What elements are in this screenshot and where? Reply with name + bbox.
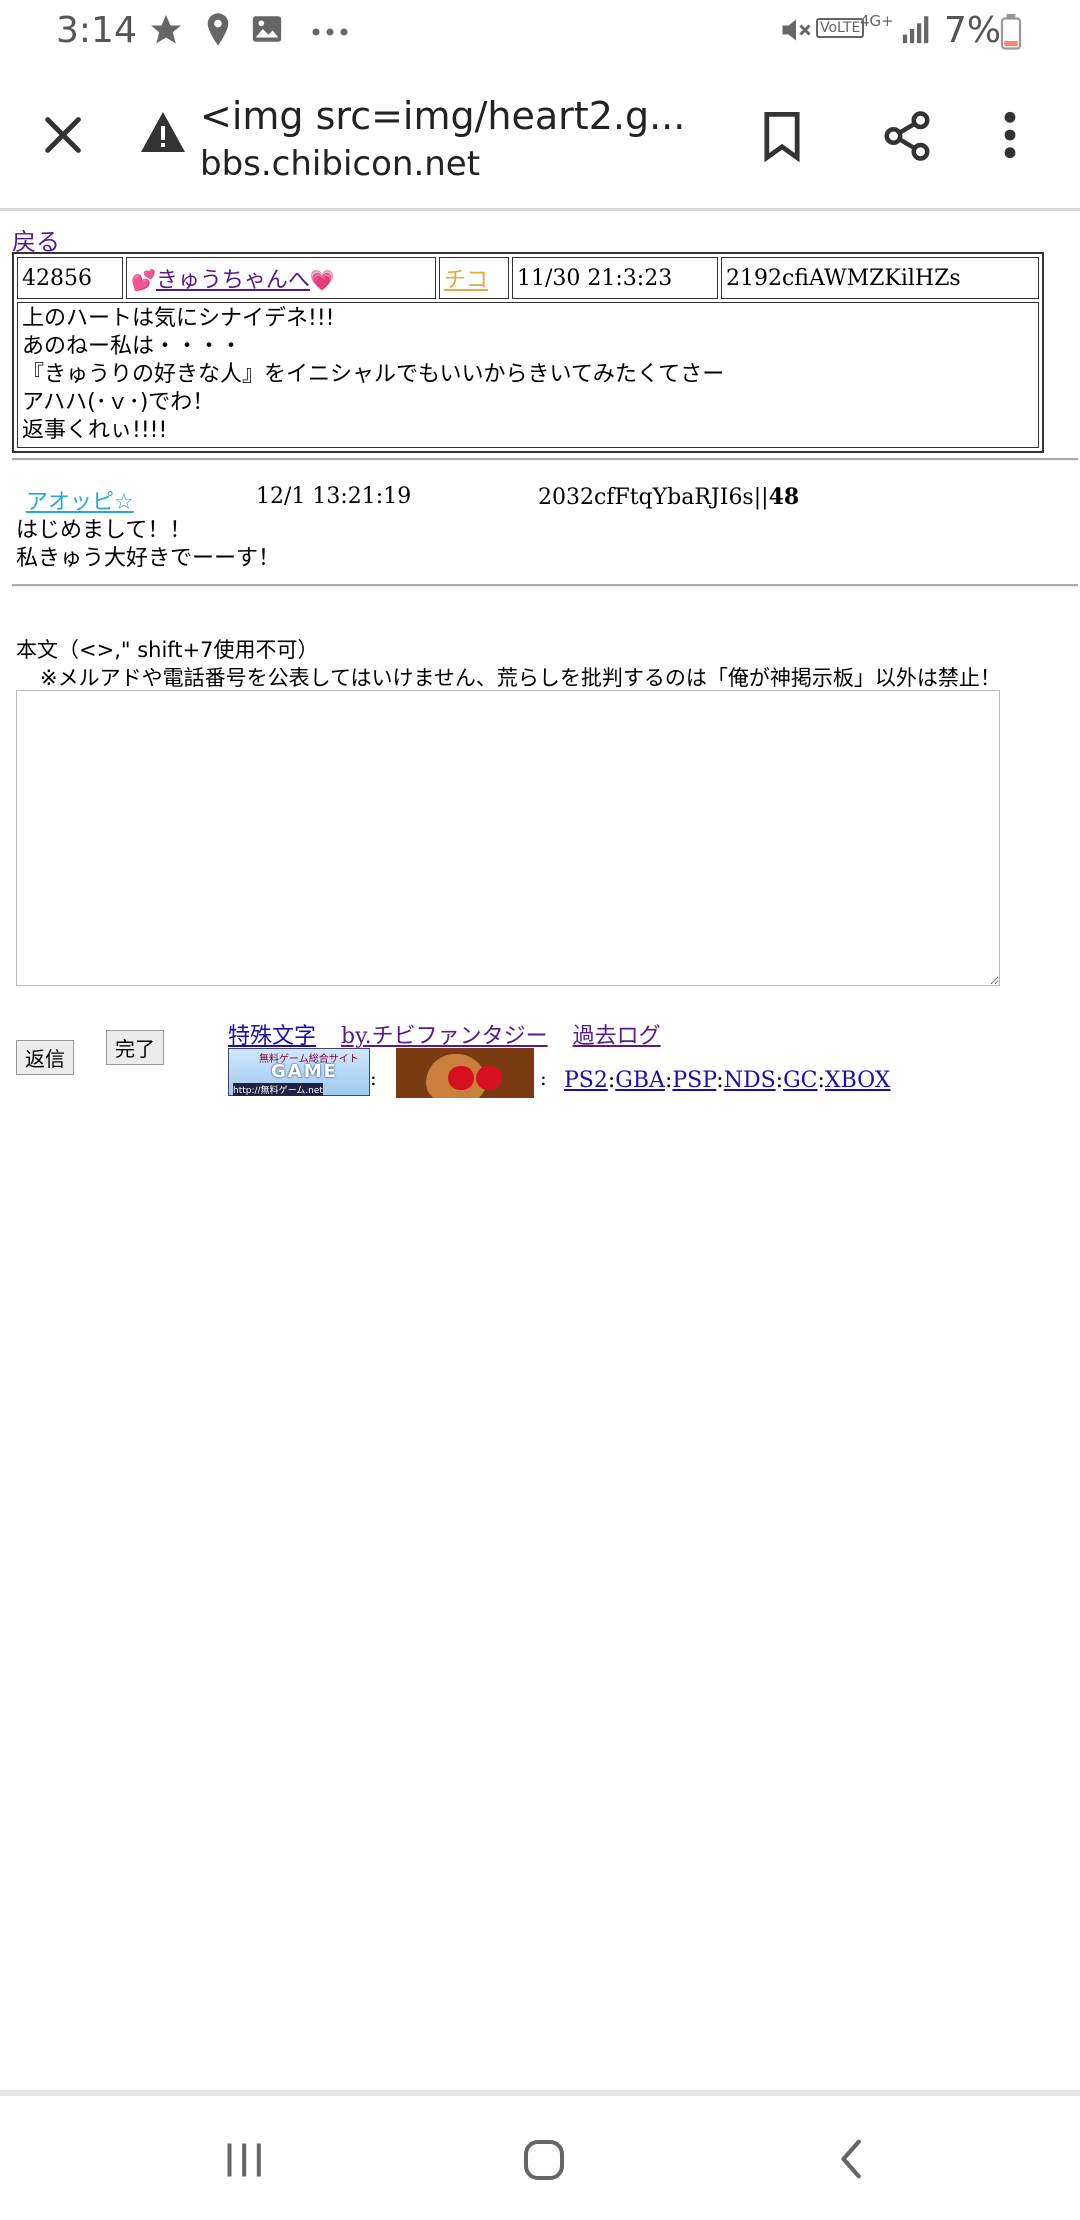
heart-icon: 💗: [309, 268, 335, 292]
reply-id-number: 48: [768, 484, 800, 510]
back-icon[interactable]: [830, 2136, 876, 2186]
divider: [12, 458, 1078, 461]
status-bar: 3:14 VoLTE 4G+ 7%: [0, 0, 1080, 64]
special-chars-link[interactable]: 特殊文字: [228, 1024, 316, 1049]
status-time: 3:14: [56, 10, 137, 51]
mute-icon: [778, 12, 814, 52]
reply-line: 私きゅう大好きでーーす！: [16, 546, 281, 571]
post-title-link[interactable]: きゅうちゃんへ: [156, 268, 310, 293]
battery-percent: 7%: [944, 10, 1002, 51]
post-title-cell: 💕きゅうちゃんへ💗: [126, 257, 436, 299]
footer-links: 特殊文字 by.チビファンタジー 過去ログ: [228, 1018, 679, 1050]
boxer-banner[interactable]: [396, 1048, 534, 1098]
done-button[interactable]: 完了: [106, 1030, 164, 1065]
toolbar-divider: [0, 208, 1080, 211]
post-body-line: 上のハートは気にシナイデネ!!!: [22, 306, 335, 331]
divider: [12, 584, 1078, 587]
browser-toolbar: <img src=img/heart2.g... bbs.chibicon.ne…: [0, 64, 1080, 210]
separator: :: [370, 1066, 377, 1090]
banner-text-main: GAME: [271, 1061, 338, 1082]
free-game-banner[interactable]: 無料ゲーム総合サイト GAME http://無料ゲーム.net: [228, 1048, 370, 1096]
body-label: 本文（<>," shift+7使用不可）: [16, 638, 319, 662]
platform-link[interactable]: GBA: [615, 1068, 665, 1093]
more-vert-icon[interactable]: [1000, 110, 1020, 164]
location-icon: [202, 12, 234, 52]
body-textarea[interactable]: [16, 690, 1000, 986]
share-icon[interactable]: [880, 108, 934, 168]
home-icon[interactable]: [520, 2136, 568, 2188]
banner-text-url: http://無料ゲーム.net: [233, 1083, 323, 1096]
reply-button[interactable]: 返信: [16, 1040, 74, 1075]
star-icon: [148, 12, 184, 52]
url-text[interactable]: bbs.chibicon.net: [200, 144, 480, 184]
reply-id: 2032cfFtqYbaRJI6s||48: [538, 484, 799, 510]
posting-notice: ※メルアドや電話番号を公表してはいけません、荒らしを批判するのは「俺が神掲示板」…: [40, 666, 1001, 690]
post-body-line: あのねー私は・・・・: [22, 334, 243, 359]
heart-icon: 💕: [131, 268, 156, 292]
separator: :: [540, 1066, 547, 1090]
battery-icon: [1000, 14, 1022, 54]
recent-apps-icon[interactable]: [222, 2138, 266, 2186]
post-table: 42856 💕きゅうちゃんへ💗 チコ 11/30 21:3:23 2192cfi…: [12, 252, 1044, 453]
post-number: 42856: [17, 257, 123, 299]
warning-icon[interactable]: [138, 110, 188, 158]
post-body-line: アハハ(･ｖ･)でわ！: [22, 390, 215, 415]
post-date: 11/30 21:3:23: [512, 257, 718, 299]
system-nav-bar: [0, 2096, 1080, 2220]
by-chibi-fantasy-link[interactable]: by.チビファンタジー: [341, 1024, 548, 1049]
platform-links: PS2:GBA:PSP:NDS:GC:XBOX: [564, 1068, 891, 1093]
post-body-line: 返事くれぃ!!!!: [22, 418, 168, 443]
post-author-link[interactable]: チコ: [444, 268, 488, 293]
past-log-link[interactable]: 過去ログ: [573, 1024, 661, 1049]
post-author-cell: チコ: [439, 257, 509, 299]
gallery-icon: [250, 12, 284, 50]
close-icon[interactable]: [40, 112, 86, 162]
platform-link[interactable]: GC: [783, 1068, 817, 1093]
reply-entry: アオッピ☆ 12/1 13:21:19 2032cfFtqYbaRJI6s||4…: [12, 478, 1078, 571]
boxing-glove-icon: [476, 1066, 502, 1090]
volte-label: VoLTE: [816, 18, 865, 38]
signal-icon: [900, 12, 934, 50]
reply-id-text: 2032cfFtqYbaRJI6s||: [538, 485, 769, 510]
post-body: 上のハートは気にシナイデネ!!! あのねー私は・・・・ 『きゅうりの好きな人』を…: [17, 302, 1039, 448]
page-title[interactable]: <img src=img/heart2.g...: [200, 94, 710, 138]
reply-date: 12/1 13:21:19: [256, 484, 412, 509]
platform-link[interactable]: NDS: [724, 1068, 776, 1093]
platform-link[interactable]: XBOX: [825, 1068, 891, 1093]
boxing-glove-icon: [448, 1066, 474, 1090]
platform-link[interactable]: PSP: [672, 1068, 716, 1093]
post-id: 2192cfiAWMZKilHZs: [721, 257, 1039, 299]
bookmark-icon[interactable]: [760, 110, 804, 166]
network-label: 4G+: [860, 12, 894, 30]
more-dots-icon: [310, 22, 350, 41]
platform-link[interactable]: PS2: [564, 1068, 608, 1093]
post-body-line: 『きゅうりの好きな人』をイニシャルでもいいからきいてみたくてさー: [22, 362, 725, 387]
